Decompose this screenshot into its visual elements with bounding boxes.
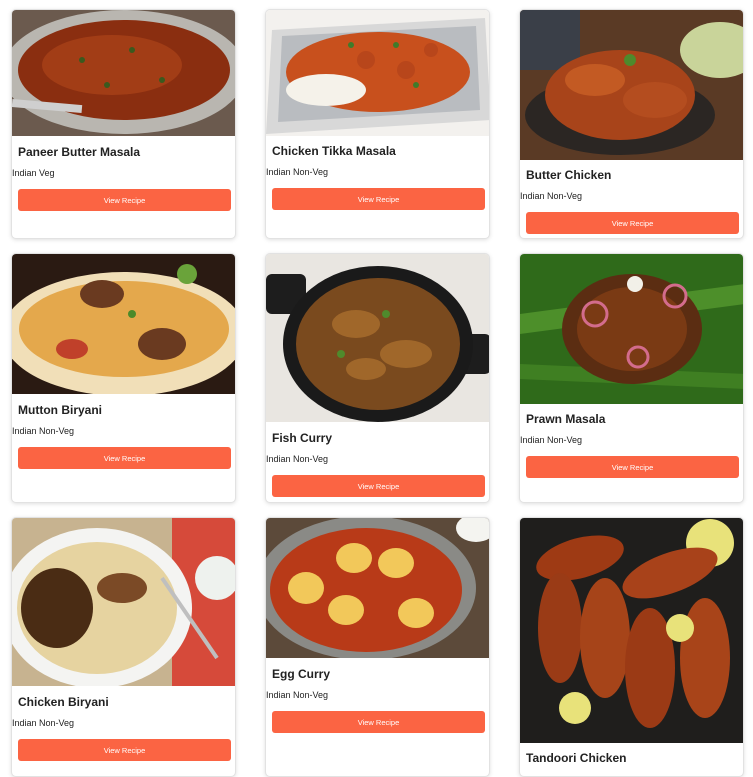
- recipe-category: Indian Non-Veg: [520, 191, 583, 201]
- view-recipe-button[interactable]: View Recipe: [18, 447, 231, 469]
- view-recipe-button[interactable]: View Recipe: [272, 711, 485, 733]
- recipe-image-chicken-biryani: [12, 518, 235, 686]
- recipe-category: Indian Non-Veg: [266, 167, 329, 177]
- recipe-category: Indian Veg: [12, 168, 55, 178]
- recipe-category: Indian Non-Veg: [12, 426, 75, 436]
- recipe-image-paneer-butter-masala: [12, 10, 235, 136]
- recipe-card: Egg Curry Indian Non-Veg View Recipe: [265, 517, 490, 777]
- view-recipe-button[interactable]: View Recipe: [526, 212, 739, 234]
- recipe-image-butter-chicken: [520, 10, 743, 160]
- recipe-image-chicken-tikka-masala: [266, 10, 489, 136]
- recipe-image-fish-curry: [266, 254, 489, 422]
- recipe-card: Butter Chicken Indian Non-Veg View Recip…: [519, 9, 744, 239]
- view-recipe-button[interactable]: View Recipe: [18, 189, 231, 211]
- recipe-title: Egg Curry: [272, 667, 331, 681]
- recipe-title: Tandoori Chicken: [526, 751, 627, 765]
- recipe-card: Chicken Tikka Masala Indian Non-Veg View…: [265, 9, 490, 239]
- recipe-title: Prawn Masala: [526, 412, 606, 426]
- recipe-image-tandoori-chicken: [520, 518, 743, 743]
- recipe-title: Paneer Butter Masala: [18, 145, 141, 159]
- recipe-card: Paneer Butter Masala Indian Veg View Rec…: [11, 9, 236, 239]
- recipe-card: Chicken Biryani Indian Non-Veg View Reci…: [11, 517, 236, 777]
- recipe-card: Fish Curry Indian Non-Veg View Recipe: [265, 253, 490, 503]
- view-recipe-button[interactable]: View Recipe: [18, 739, 231, 761]
- recipe-category: Indian Non-Veg: [12, 718, 75, 728]
- recipe-image-egg-curry: [266, 518, 489, 658]
- recipe-image-mutton-biryani: [12, 254, 235, 394]
- recipe-card: Tandoori Chicken: [519, 517, 744, 777]
- recipe-category: Indian Non-Veg: [266, 690, 329, 700]
- recipe-category: Indian Non-Veg: [266, 454, 329, 464]
- recipe-image-prawn-masala: [520, 254, 743, 404]
- recipe-title: Butter Chicken: [526, 168, 612, 182]
- recipe-card: Prawn Masala Indian Non-Veg View Recipe: [519, 253, 744, 503]
- recipe-title: Fish Curry: [272, 431, 333, 445]
- view-recipe-button[interactable]: View Recipe: [526, 456, 739, 478]
- recipe-title: Mutton Biryani: [18, 403, 102, 417]
- recipe-title: Chicken Biryani: [18, 695, 109, 709]
- recipe-title: Chicken Tikka Masala: [272, 144, 396, 158]
- view-recipe-button[interactable]: View Recipe: [272, 188, 485, 210]
- view-recipe-button[interactable]: View Recipe: [272, 475, 485, 497]
- recipe-card: Mutton Biryani Indian Non-Veg View Recip…: [11, 253, 236, 503]
- recipe-category: Indian Non-Veg: [520, 435, 583, 445]
